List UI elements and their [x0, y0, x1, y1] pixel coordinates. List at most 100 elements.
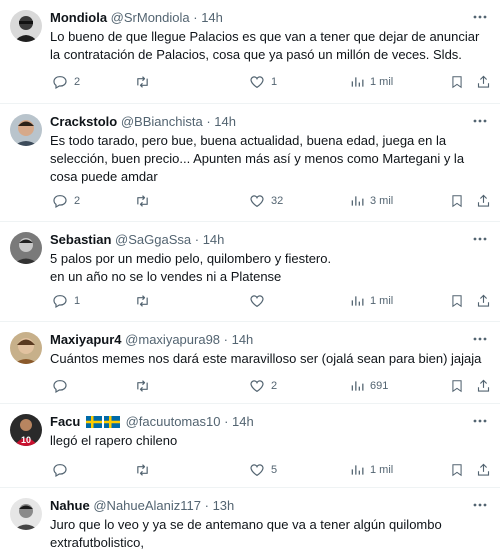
- bookmark-button[interactable]: [450, 73, 464, 91]
- reply-button[interactable]: 1: [52, 292, 80, 310]
- tweet[interactable]: Mondiola @SrMondiola · 14h Lo bueno de q…: [0, 0, 500, 104]
- share-icon: [477, 194, 490, 207]
- tweet-text: llegó el rapero chileno: [50, 433, 178, 448]
- tweet[interactable]: Nahue @NahueAlaniz117 · 13h Juro que lo …: [0, 488, 500, 554]
- tweet-header: Facu @facuutomas10 · 14h: [50, 414, 254, 432]
- bookmark-icon: [452, 76, 462, 89]
- share-icon: [477, 75, 490, 88]
- tweet-text: Lo bueno de que llegue Palacios es que v…: [50, 29, 480, 62]
- like-button[interactable]: [249, 292, 271, 310]
- share-button[interactable]: [476, 73, 491, 91]
- bookmark-icon: [452, 295, 462, 308]
- views-button[interactable]: 3 mil: [350, 192, 393, 210]
- bookmark-button[interactable]: [450, 461, 464, 479]
- more-icon[interactable]: [472, 498, 488, 512]
- more-icon[interactable]: [472, 332, 488, 346]
- share-button[interactable]: [476, 192, 491, 210]
- reply-icon: [53, 380, 67, 394]
- retweet-button[interactable]: [134, 73, 157, 91]
- retweet-button[interactable]: [134, 292, 157, 310]
- share-icon: [477, 463, 490, 476]
- retweet-icon: [137, 76, 148, 88]
- avatar[interactable]: [10, 10, 42, 42]
- bookmark-button[interactable]: [450, 192, 464, 210]
- tweet-header: Mondiola @SrMondiola · 14h: [50, 10, 223, 26]
- reply-count: 1: [74, 295, 81, 307]
- views-button[interactable]: 1 mil: [350, 73, 393, 91]
- more-icon[interactable]: [472, 232, 488, 246]
- share-icon: [477, 294, 490, 307]
- display-name[interactable]: Sebastian: [50, 232, 111, 247]
- display-name[interactable]: Facu: [50, 414, 80, 429]
- like-button[interactable]: 5: [249, 461, 277, 479]
- timestamp[interactable]: · 14h: [206, 114, 236, 129]
- user-handle[interactable]: @NahueAlaniz117: [93, 498, 201, 513]
- display-name[interactable]: Maxiyapur4: [50, 332, 122, 347]
- views-button[interactable]: 1 mil: [350, 461, 393, 479]
- reply-icon: [53, 195, 67, 209]
- reply-icon: [53, 464, 67, 478]
- tweet-header: Crackstolo @BBianchista · 14h: [50, 114, 236, 130]
- user-handle[interactable]: @maxiyapura98: [125, 332, 220, 347]
- heart-icon: [250, 76, 264, 89]
- bookmark-button[interactable]: [450, 377, 464, 395]
- tweet-header: Nahue @NahueAlaniz117 · 13h: [50, 498, 234, 514]
- timestamp[interactable]: · 14h: [195, 232, 225, 247]
- tweet[interactable]: Crackstolo @BBianchista · 14h Es todo ta…: [0, 104, 500, 222]
- avatar[interactable]: [10, 332, 42, 364]
- share-button[interactable]: [476, 377, 491, 395]
- tweet[interactable]: Sebastian @SaGgaSsa · 14h 5 palos por un…: [0, 222, 500, 322]
- avatar[interactable]: [10, 498, 42, 530]
- action-bar: 2 1 1 mil: [52, 73, 490, 91]
- heart-icon: [250, 295, 264, 308]
- timestamp[interactable]: · 14h: [224, 332, 254, 347]
- user-handle[interactable]: @SaGgaSsa: [115, 232, 191, 247]
- more-icon[interactable]: [472, 414, 488, 428]
- more-icon[interactable]: [472, 114, 488, 128]
- avatar[interactable]: [10, 114, 42, 146]
- retweet-button[interactable]: [134, 192, 157, 210]
- reply-button[interactable]: [52, 377, 74, 395]
- tweet-text: Juro que lo veo y ya se de antemano que …: [50, 517, 442, 550]
- display-name[interactable]: Crackstolo: [50, 114, 117, 129]
- like-button[interactable]: 1: [249, 73, 277, 91]
- svg-text:10: 10: [21, 435, 31, 445]
- like-button[interactable]: 2: [249, 377, 277, 395]
- views-button[interactable]: 1 mil: [350, 292, 393, 310]
- share-button[interactable]: [476, 292, 491, 310]
- bookmark-icon: [452, 195, 462, 208]
- views-button[interactable]: 691: [350, 377, 388, 395]
- share-icon: [477, 379, 490, 392]
- avatar[interactable]: [10, 232, 42, 264]
- action-bar: 2 691: [52, 377, 490, 395]
- like-button[interactable]: 32: [249, 192, 283, 210]
- views-icon: [351, 465, 364, 475]
- user-handle[interactable]: @BBianchista: [121, 114, 203, 129]
- more-icon[interactable]: [472, 10, 488, 24]
- bookmark-icon: [452, 380, 462, 393]
- views-icon: [351, 196, 364, 206]
- timestamp[interactable]: · 14h: [224, 414, 254, 429]
- bookmark-button[interactable]: [450, 292, 464, 310]
- display-name[interactable]: Nahue: [50, 498, 90, 513]
- views-count: 1 mil: [370, 464, 394, 476]
- avatar[interactable]: 10: [10, 414, 42, 446]
- tweet[interactable]: 10 Facu @facuutomas10 · 14h llegó el rap…: [0, 404, 500, 488]
- user-handle[interactable]: @facuutomas10: [126, 414, 221, 429]
- reply-icon: [53, 76, 67, 90]
- reply-button[interactable]: 2: [52, 73, 80, 91]
- reply-button[interactable]: [52, 461, 74, 479]
- retweet-button[interactable]: [134, 377, 157, 395]
- share-button[interactable]: [476, 461, 491, 479]
- retweet-button[interactable]: [134, 461, 157, 479]
- timestamp[interactable]: · 14h: [193, 10, 223, 25]
- user-handle[interactable]: @SrMondiola: [111, 10, 190, 25]
- timestamp[interactable]: · 13h: [205, 498, 235, 513]
- views-icon: [351, 77, 364, 87]
- display-name[interactable]: Mondiola: [50, 10, 107, 25]
- tweet-header: Sebastian @SaGgaSsa · 14h: [50, 232, 224, 248]
- tweet[interactable]: Maxiyapur4 @maxiyapura98 · 14h Cuántos m…: [0, 322, 500, 404]
- action-bar: 5 1 mil: [52, 461, 490, 479]
- heart-icon: [250, 380, 264, 393]
- reply-button[interactable]: 2: [52, 192, 80, 210]
